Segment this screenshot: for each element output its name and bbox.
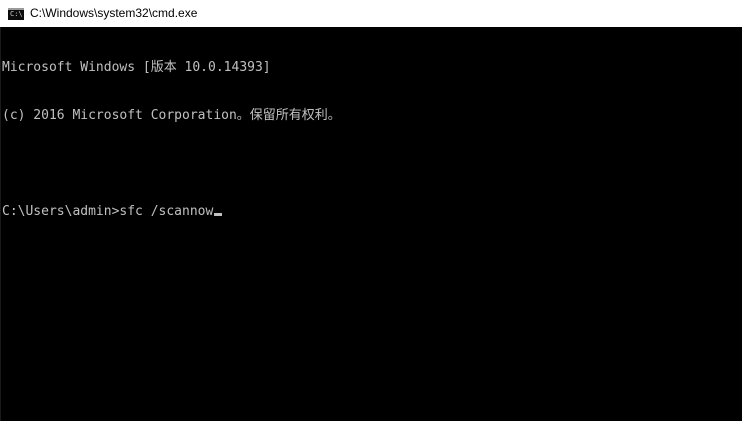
console-line-version: Microsoft Windows [版本 10.0.14393] (2, 60, 271, 75)
cmd-icon-glyph: C:\ (10, 9, 23, 18)
title-bar[interactable]: C:\ C:\Windows\system32\cmd.exe (0, 0, 742, 27)
window-title: C:\Windows\system32\cmd.exe (30, 6, 198, 20)
console-command: C:\Users\admin>sfc /scannow (2, 204, 214, 219)
window-left-border (0, 27, 1, 421)
console-output: Microsoft Windows [版本 10.0.14393] (c) 20… (2, 28, 341, 252)
cmd-icon[interactable]: C:\ (8, 7, 24, 20)
console-line-blank (2, 156, 341, 172)
console-line-copyright: (c) 2016 Microsoft Corporation。保留所有权利。 (2, 108, 341, 123)
console-area[interactable]: Microsoft Windows [版本 10.0.14393] (c) 20… (0, 27, 742, 421)
text-cursor (214, 213, 223, 216)
console-prompt-line[interactable]: C:\Users\admin>sfc /scannow (2, 204, 341, 220)
cmd-window: C:\ C:\Windows\system32\cmd.exe Microsof… (0, 0, 742, 421)
